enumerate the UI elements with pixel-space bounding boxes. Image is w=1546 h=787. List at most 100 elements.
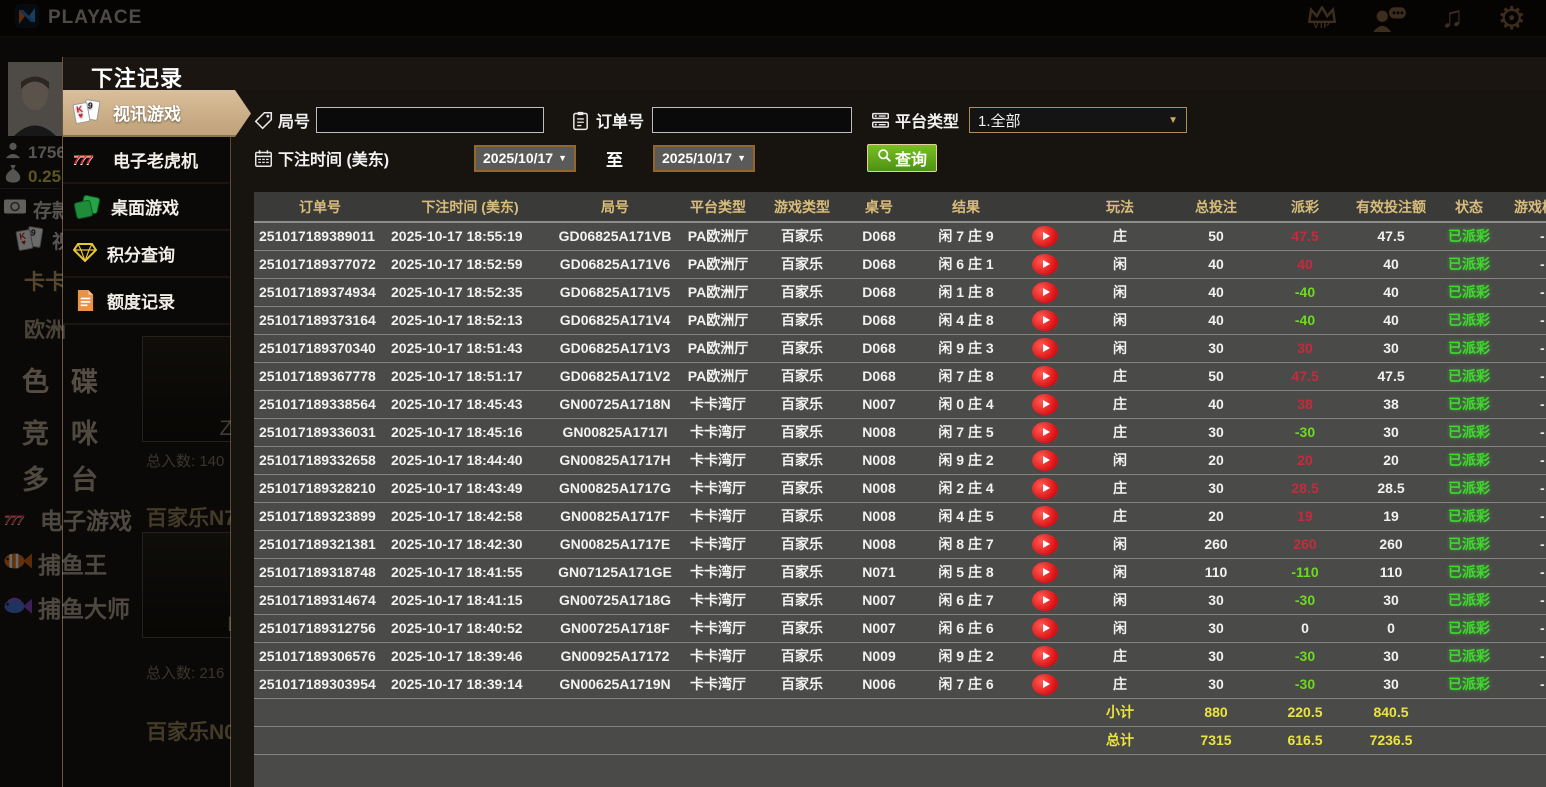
replay-button[interactable] — [1032, 449, 1058, 471]
cell-game-mode: - — [1502, 334, 1546, 363]
cell-bet-time: 2025-10-17 18:41:55 — [386, 558, 554, 587]
play-icon — [1042, 484, 1050, 492]
menu-item-points[interactable]: 积分查询 — [63, 231, 230, 278]
col-result: 结果 — [914, 192, 1018, 223]
replay-button[interactable] — [1032, 253, 1058, 275]
cell-order-id: 251017189306576 — [254, 642, 386, 671]
chevron-down-icon — [737, 153, 746, 163]
order-no-input[interactable] — [652, 107, 853, 133]
cell-replay — [1018, 502, 1072, 531]
menu-item-credit-records[interactable]: 额度记录 — [63, 278, 230, 325]
replay-button[interactable] — [1032, 505, 1058, 527]
cell-play-type: 闲 — [1072, 614, 1168, 643]
cell-valid-bet: 40 — [1346, 278, 1436, 307]
cell-play-type: 闲 — [1072, 334, 1168, 363]
cell-game-type: 百家乐 — [760, 558, 844, 587]
cell-platform: 卡卡湾厅 — [676, 474, 760, 503]
replay-button[interactable] — [1032, 365, 1058, 387]
cell-round-id: GN00725A1718N — [554, 390, 676, 419]
cell-table-no: N008 — [844, 418, 914, 447]
cell-result: 闲 7 庄 6 — [914, 670, 1018, 699]
cell-platform: 卡卡湾厅 — [676, 502, 760, 531]
date-to-picker[interactable]: 2025/10/17 — [653, 144, 755, 172]
cell-platform: PA欧洲厅 — [676, 250, 760, 279]
cell-platform: 卡卡湾厅 — [676, 670, 760, 699]
cell-valid-bet: 30 — [1346, 418, 1436, 447]
cell-play-type: 闲 — [1072, 250, 1168, 279]
cell-payout: 38 — [1264, 390, 1346, 419]
cell-round-id: GD06825A171V5 — [554, 278, 676, 307]
cell-result: 闲 6 庄 6 — [914, 614, 1018, 643]
replay-button[interactable] — [1032, 421, 1058, 443]
date-from-picker[interactable]: 2025/10/17 — [474, 144, 576, 172]
cell-platform: 卡卡湾厅 — [676, 642, 760, 671]
menu-item-table-games[interactable]: 桌面游戏 — [63, 184, 230, 231]
cell-bet-time: 2025-10-17 18:52:35 — [386, 278, 554, 307]
play-icon — [1042, 428, 1050, 436]
cell-valid-bet: 30 — [1346, 586, 1436, 615]
replay-button[interactable] — [1032, 561, 1058, 583]
replay-button[interactable] — [1032, 673, 1058, 695]
cell-bet-time: 2025-10-17 18:39:46 — [386, 642, 554, 671]
platform-type-select[interactable]: 1.全部 — [969, 107, 1188, 133]
total-row: 总计 7315 616.5 7236.5 — [254, 726, 1546, 755]
table-row: 251017189374934 2025-10-17 18:52:35 GD06… — [254, 278, 1546, 307]
cell-order-id: 251017189367778 — [254, 362, 386, 391]
cell-game-type: 百家乐 — [760, 446, 844, 475]
cell-replay — [1018, 530, 1072, 559]
table-row: 251017189318748 2025-10-17 18:41:55 GN07… — [254, 558, 1546, 587]
search-button[interactable]: 查询 — [867, 144, 937, 172]
cell-platform: 卡卡湾厅 — [676, 614, 760, 643]
search-icon — [877, 148, 892, 168]
cell-status: 已派彩 — [1436, 530, 1502, 559]
table-row: 251017189312756 2025-10-17 18:40:52 GN00… — [254, 614, 1546, 643]
cell-game-mode: - — [1502, 670, 1546, 699]
cell-order-id: 251017189323899 — [254, 502, 386, 531]
cell-game-type: 百家乐 — [760, 362, 844, 391]
replay-button[interactable] — [1032, 281, 1058, 303]
cell-order-id: 251017189373164 — [254, 306, 386, 335]
cell-order-id: 251017189314674 — [254, 586, 386, 615]
screen: PLAYACE VIP 1756 0.25 — [0, 0, 1546, 787]
cell-game-mode: - — [1502, 614, 1546, 643]
cell-valid-bet: 47.5 — [1346, 222, 1436, 251]
cell-order-id: 251017189338564 — [254, 390, 386, 419]
cell-play-type: 庄 — [1072, 502, 1168, 531]
cell-replay — [1018, 446, 1072, 475]
round-no-input[interactable] — [316, 107, 545, 133]
cell-table-no: N007 — [844, 390, 914, 419]
cell-valid-bet: 30 — [1346, 642, 1436, 671]
replay-button[interactable] — [1032, 393, 1058, 415]
cell-round-id: GD06825A171V6 — [554, 250, 676, 279]
cell-game-type: 百家乐 — [760, 222, 844, 251]
table-row: 251017189336031 2025-10-17 18:45:16 GN00… — [254, 418, 1546, 447]
cell-play-type: 闲 — [1072, 586, 1168, 615]
cell-payout: 20 — [1264, 446, 1346, 475]
cell-table-no: N008 — [844, 474, 914, 503]
play-icon — [1042, 456, 1050, 464]
cell-result: 闲 9 庄 3 — [914, 334, 1018, 363]
cell-bet-time: 2025-10-17 18:52:13 — [386, 306, 554, 335]
replay-button[interactable] — [1032, 337, 1058, 359]
cell-play-type: 庄 — [1072, 642, 1168, 671]
cell-status: 已派彩 — [1436, 502, 1502, 531]
cell-total-bet: 20 — [1168, 446, 1264, 475]
col-table-no: 桌号 — [844, 192, 914, 223]
replay-button[interactable] — [1032, 617, 1058, 639]
cell-status: 已派彩 — [1436, 670, 1502, 699]
cell-order-id: 251017189303954 — [254, 670, 386, 699]
replay-button[interactable] — [1032, 225, 1058, 247]
cell-replay — [1018, 362, 1072, 391]
cell-game-mode: - — [1502, 558, 1546, 587]
replay-button[interactable] — [1032, 645, 1058, 667]
menu-item-video-games[interactable]: 视讯游戏 — [63, 90, 251, 137]
cell-status: 已派彩 — [1436, 250, 1502, 279]
menu-item-slots[interactable]: 电子老虎机 — [63, 137, 230, 184]
cell-result: 闲 6 庄 1 — [914, 250, 1018, 279]
replay-button[interactable] — [1032, 477, 1058, 499]
replay-button[interactable] — [1032, 309, 1058, 331]
replay-button[interactable] — [1032, 533, 1058, 555]
cell-game-mode: - — [1502, 390, 1546, 419]
order-no-label: 订单号 — [572, 108, 644, 132]
replay-button[interactable] — [1032, 589, 1058, 611]
